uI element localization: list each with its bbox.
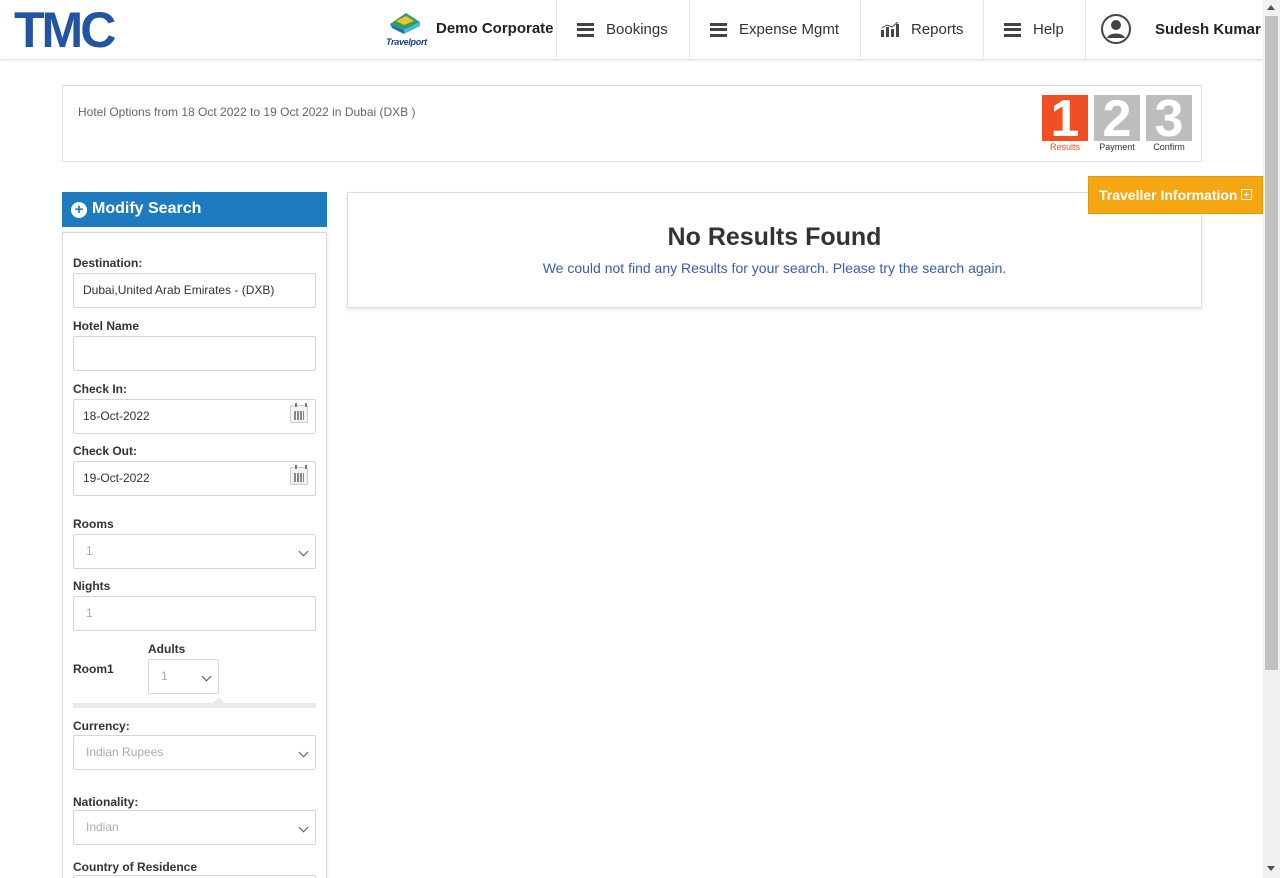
checkout-value: 19-Oct-2022: [83, 471, 150, 485]
modify-search-header[interactable]: + Modify Search: [62, 192, 327, 227]
chevron-down-icon: [298, 546, 309, 557]
top-navbar: TMC Travelport Demo Corporate Bookings E…: [0, 0, 1263, 60]
checkin-value: 18-Oct-2022: [83, 409, 150, 423]
scrollbar-thumb[interactable]: [1265, 16, 1278, 670]
hotel-name-input[interactable]: [73, 336, 316, 371]
hotel-name-label: Hotel Name: [73, 319, 140, 333]
vertical-scrollbar[interactable]: [1263, 0, 1280, 878]
adults-value: 1: [161, 669, 168, 683]
no-results-message: We could not find any Results for your s…: [542, 260, 1007, 276]
user-avatar-icon: [1101, 14, 1131, 44]
no-results-title: No Results Found: [667, 223, 882, 251]
nights-input[interactable]: 1: [73, 596, 316, 631]
search-summary-text: Hotel Options from 18 Oct 2022 to 19 Oct…: [78, 105, 416, 119]
nav-expense-label: Expense Mgmt: [739, 21, 840, 38]
adults-select[interactable]: 1: [148, 659, 219, 694]
company-name: Demo Corporate: [436, 20, 554, 37]
modify-search-panel: Destination: Dubai,United Arab Emirates …: [62, 232, 327, 878]
nav-bookings-label: Bookings: [606, 21, 668, 38]
nav-help[interactable]: Help: [983, 0, 1086, 59]
step-1-label: Results: [1049, 142, 1080, 152]
nav-bookings[interactable]: Bookings: [556, 0, 690, 59]
expand-icon: [1241, 189, 1252, 200]
rooms-select[interactable]: 1: [73, 534, 316, 569]
travelport-text: Travelport: [386, 37, 427, 47]
menu-icon: [577, 22, 594, 37]
adults-label: Adults: [148, 642, 186, 656]
step-3-label: Confirm: [1153, 142, 1185, 152]
user-name: Sudesh Kumar: [1155, 21, 1261, 38]
step-1-badge: 1: [1042, 93, 1088, 145]
room-divider: [73, 697, 316, 708]
chevron-down-icon: [201, 671, 212, 682]
tmc-logo[interactable]: TMC: [14, 5, 116, 55]
checkout-input[interactable]: 19-Oct-2022: [73, 461, 316, 496]
rooms-value: 1: [86, 544, 93, 558]
chevron-down-icon: [298, 747, 309, 758]
checkout-label: Check Out:: [73, 444, 138, 458]
search-summary-box: Hotel Options from 18 Oct 2022 to 19 Oct…: [62, 85, 1202, 162]
nationality-value: Indian: [86, 820, 119, 834]
currency-value: Indian Rupees: [86, 745, 164, 759]
currency-select[interactable]: Indian Rupees: [73, 735, 316, 770]
destination-input[interactable]: Dubai,United Arab Emirates - (DXB): [73, 273, 316, 308]
calendar-icon[interactable]: [290, 465, 308, 485]
nights-label: Nights: [73, 579, 111, 593]
travelport-logo: Travelport: [386, 12, 427, 48]
chevron-down-icon: [298, 822, 309, 833]
traveller-information-label: Traveller Information: [1099, 187, 1238, 203]
checkin-label: Check In:: [73, 382, 128, 396]
nationality-select[interactable]: Indian: [73, 810, 316, 845]
traveller-information-button[interactable]: Traveller Information: [1088, 176, 1263, 214]
nationality-label: Nationality:: [73, 795, 139, 809]
user-menu[interactable]: Sudesh Kumar: [1085, 0, 1263, 59]
step-3-badge: 3: [1146, 93, 1192, 145]
modify-search-title: Modify Search: [92, 200, 202, 217]
menu-icon: [1004, 22, 1021, 37]
plus-circle-icon: +: [71, 202, 87, 218]
checkin-input[interactable]: 18-Oct-2022: [73, 399, 316, 434]
nav-reports-label: Reports: [911, 21, 964, 38]
rooms-label: Rooms: [73, 517, 114, 531]
nav-expense-mgmt[interactable]: Expense Mgmt: [689, 0, 861, 59]
nav-help-label: Help: [1033, 21, 1064, 38]
travelport-globe-icon: [390, 13, 420, 34]
currency-label: Currency:: [73, 719, 130, 733]
room1-label: Room1: [73, 662, 114, 676]
calendar-icon[interactable]: [290, 403, 308, 423]
residence-label: Country of Residence: [73, 860, 198, 874]
destination-label: Destination:: [73, 256, 143, 270]
nav-reports[interactable]: Reports: [860, 0, 984, 59]
step-2-label: Payment: [1099, 142, 1135, 152]
scroll-up-icon[interactable]: [1267, 5, 1275, 10]
step-2-badge: 2: [1094, 93, 1140, 145]
divider-pointer: [213, 697, 225, 703]
bar-chart-icon: [881, 21, 899, 37]
scroll-down-icon[interactable]: [1267, 866, 1275, 871]
results-panel: No Results Found We could not find any R…: [347, 192, 1202, 308]
menu-icon: [710, 22, 727, 37]
